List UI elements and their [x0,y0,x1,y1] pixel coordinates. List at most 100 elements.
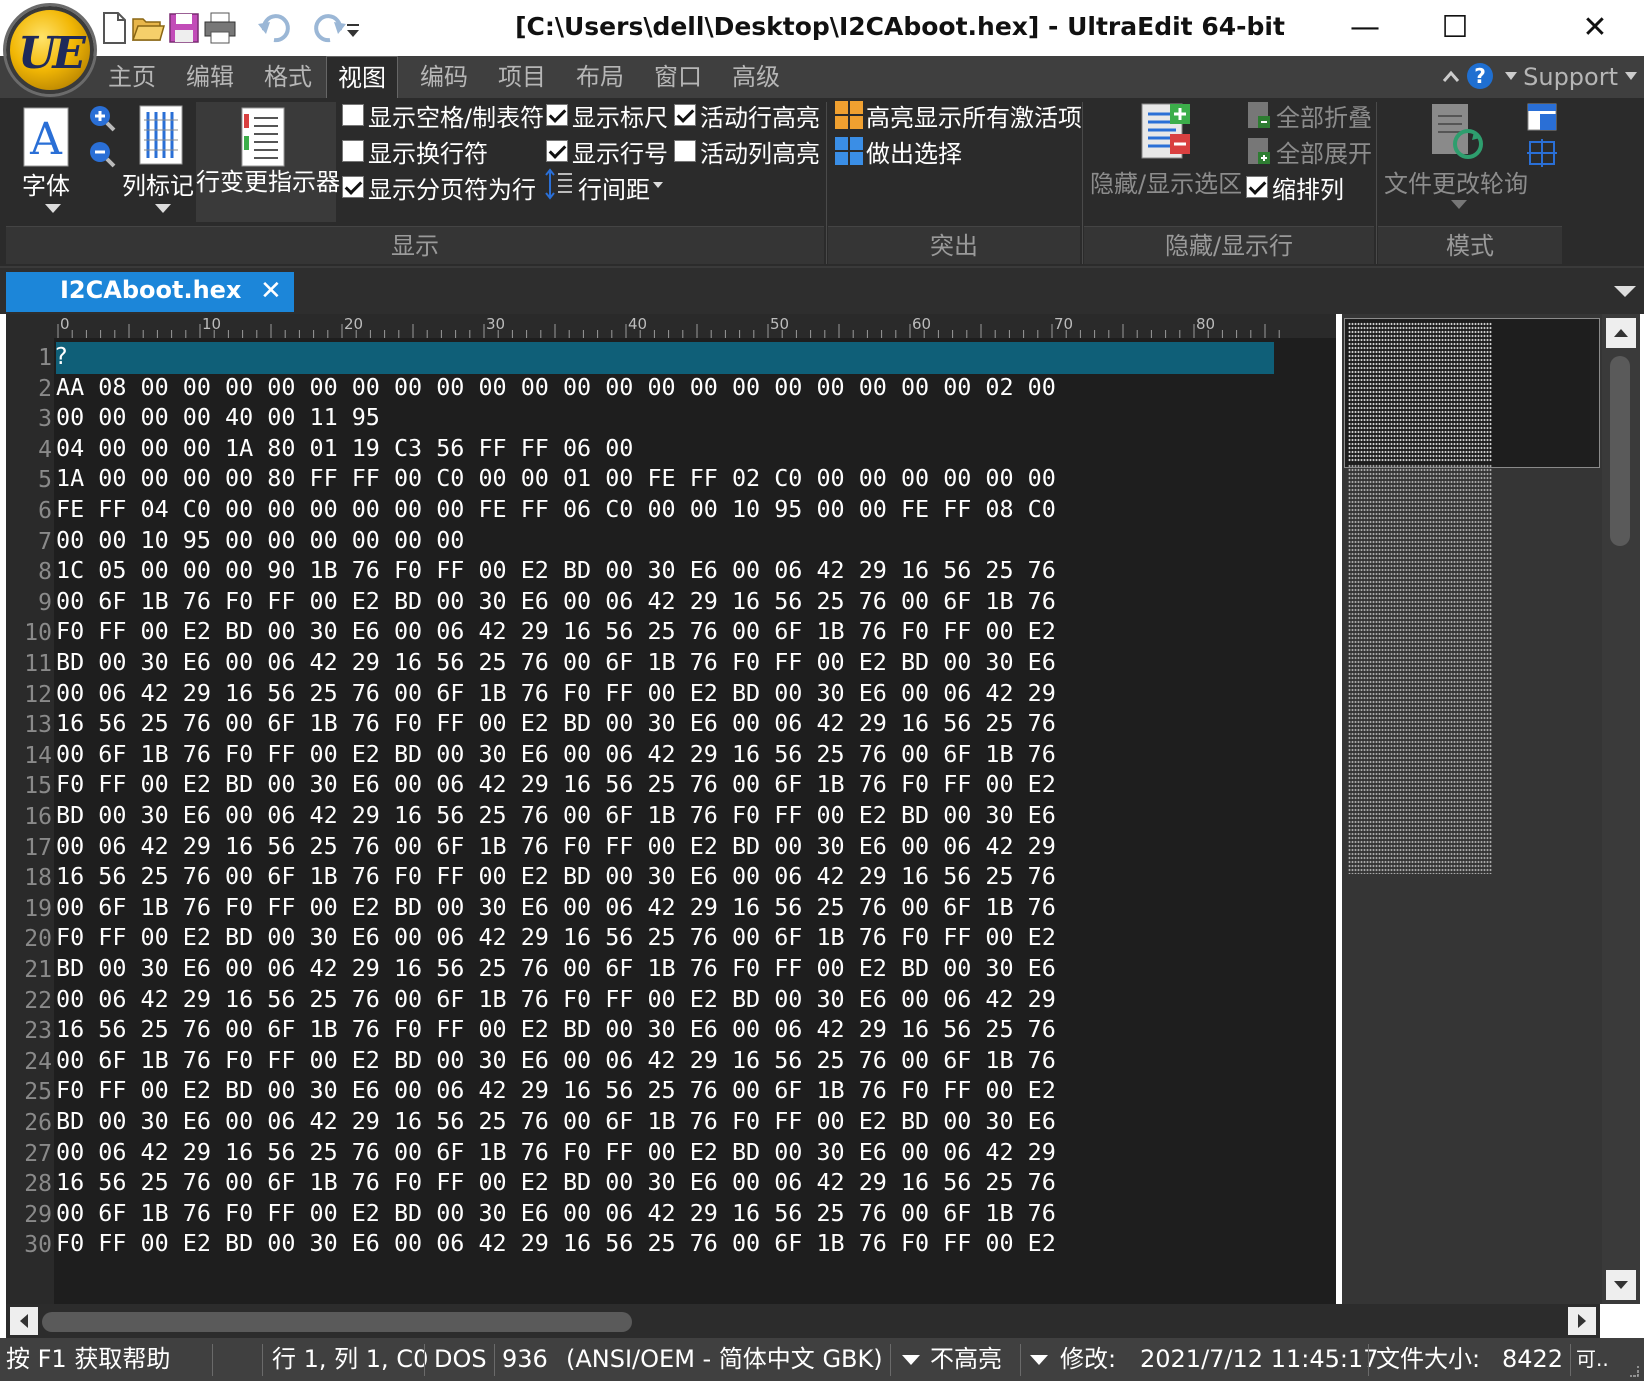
line-number[interactable]: 15 [4,770,52,802]
font-icon[interactable]: A [22,106,70,168]
scroll-up-icon[interactable] [1606,318,1636,348]
line-number[interactable]: 5 [4,464,52,496]
active-line-highlight-checkbox[interactable] [674,104,696,126]
zoom-in-icon[interactable] [88,104,116,132]
tab-project[interactable]: 项目 [490,56,554,98]
modified-dropdown-icon[interactable] [1030,1355,1048,1365]
code-line[interactable]: 16 56 25 76 00 6F 1B 76 F0 FF 00 E2 BD 0… [56,709,1336,741]
line-number[interactable]: 10 [4,617,52,649]
collapse-ribbon-icon[interactable] [1442,70,1460,84]
column-marker-dropdown-icon[interactable] [154,202,172,214]
tab-advanced[interactable]: 高级 [724,56,788,98]
code-line[interactable]: BD 00 30 E6 00 06 42 29 16 56 25 76 00 6… [56,1107,1336,1139]
tab-edit[interactable]: 编辑 [178,56,242,98]
show-ruler-checkbox[interactable] [546,104,568,126]
redo-icon[interactable] [312,10,348,46]
active-code-line[interactable]: ? [56,342,1274,374]
code-line[interactable]: 00 6F 1B 76 F0 FF 00 E2 BD 00 30 E6 00 0… [56,740,1336,772]
line-spacing-label[interactable]: 行间距 [578,170,650,205]
status-codepage[interactable]: 936 [502,1338,548,1381]
highlight-all-active-label[interactable]: 高亮显示所有激活项 [866,98,1082,133]
scroll-left-icon[interactable] [10,1307,38,1335]
hide-show-selection-icon[interactable] [1140,102,1192,162]
line-number[interactable]: 23 [4,1015,52,1047]
line-number-gutter[interactable]: 1 2 3 4 5 6 7 8 9 10 11 12 13 14 15 16 17 18 19 20 21 22 23 24 2… [6,338,54,1304]
collapse-all-icon[interactable] [1246,100,1274,130]
line-number[interactable]: 26 [4,1107,52,1139]
code-line[interactable]: 00 06 42 29 16 56 25 76 00 6F 1B 76 F0 F… [56,832,1336,864]
customize-toolbar-icon[interactable] [344,10,364,46]
column-marker-label[interactable]: 列标记 [122,166,194,201]
code-line[interactable]: 00 00 00 00 40 00 11 95 [56,403,1336,435]
code-line[interactable]: 00 6F 1B 76 F0 FF 00 E2 BD 00 30 E6 00 0… [56,1046,1336,1078]
font-button-label[interactable]: 字体 [22,166,70,201]
line-spacing-dropdown-icon[interactable] [652,180,664,190]
line-number[interactable]: 24 [4,1046,52,1078]
minimize-button[interactable]: — [1320,0,1410,56]
print-icon[interactable] [202,10,238,46]
horizontal-scrollbar[interactable] [6,1304,1600,1338]
show-ruler-label[interactable]: 显示标尺 [572,98,668,133]
maximize-button[interactable]: ☐ [1410,0,1500,56]
expand-all-label[interactable]: 全部展开 [1276,134,1372,169]
document-tab[interactable]: I2CAboot.hex ✕ [6,272,294,312]
code-line[interactable]: F0 FF 00 E2 BD 00 30 E6 00 06 42 29 16 5… [56,1229,1336,1261]
line-number[interactable]: 6 [4,495,52,527]
support-dropdown-icon[interactable] [1504,70,1518,82]
line-number[interactable]: 29 [4,1199,52,1231]
line-number[interactable]: 28 [4,1168,52,1200]
code-line[interactable]: 00 6F 1B 76 F0 FF 00 E2 BD 00 30 E6 00 0… [56,1199,1336,1231]
vertical-scrollbar[interactable] [1602,314,1640,1304]
active-column-highlight-label[interactable]: 活动列高亮 [700,134,820,169]
show-line-numbers-checkbox[interactable] [546,140,568,162]
line-number[interactable]: 27 [4,1138,52,1170]
code-line[interactable]: 00 00 10 95 00 00 00 00 00 00 [56,526,1336,558]
line-number[interactable]: 14 [4,740,52,772]
minimap[interactable] [1342,314,1602,1304]
show-line-breaks-label[interactable]: 显示换行符 [368,134,488,169]
indent-columns-label[interactable]: 缩排列 [1272,170,1344,205]
show-line-numbers-label[interactable]: 显示行号 [572,134,668,169]
code-line[interactable]: AA 08 00 00 00 00 00 00 00 00 00 00 00 0… [56,373,1336,405]
file-change-polling-icon[interactable] [1430,102,1484,162]
code-line[interactable]: 1C 05 00 00 00 90 1B 76 F0 FF 00 E2 BD 0… [56,556,1336,588]
highlight-all-icon[interactable] [834,100,864,130]
code-line[interactable]: 16 56 25 76 00 6F 1B 76 F0 FF 00 E2 BD 0… [56,1015,1336,1047]
show-page-breaks-label[interactable]: 显示分页符为行 [368,170,536,205]
ultraedit-logo-icon[interactable]: UE [6,6,94,94]
code-line[interactable]: F0 FF 00 E2 BD 00 30 E6 00 06 42 29 16 5… [56,770,1336,802]
code-line[interactable]: F0 FF 00 E2 BD 00 30 E6 00 06 42 29 16 5… [56,1076,1336,1108]
line-number[interactable]: 8 [4,556,52,588]
line-number[interactable]: 25 [4,1076,52,1108]
status-position[interactable]: 行 1, 列 1, C0 [272,1338,428,1381]
show-spaces-tabs-label[interactable]: 显示空格/制表符 [368,98,544,133]
support-arrow-icon[interactable] [1624,70,1638,82]
code-line[interactable]: F0 FF 00 E2 BD 00 30 E6 00 06 42 29 16 5… [56,617,1336,649]
open-folder-icon[interactable] [130,10,166,46]
hide-show-selection-label[interactable]: 隐藏/显示选区 [1090,164,1242,199]
file-change-polling-dropdown-icon[interactable] [1450,198,1468,210]
status-line-ending[interactable]: DOS [434,1338,487,1381]
show-page-breaks-checkbox[interactable] [342,176,364,198]
code-line[interactable]: F0 FF 00 E2 BD 00 30 E6 00 06 42 29 16 5… [56,923,1336,955]
line-number[interactable]: 2 [4,373,52,405]
scroll-down-icon[interactable] [1606,1270,1636,1300]
code-line[interactable]: 00 06 42 29 16 56 25 76 00 6F 1B 76 F0 F… [56,985,1336,1017]
status-highlight[interactable]: 不高亮 [930,1338,1002,1381]
make-selection-icon[interactable] [834,136,864,166]
code-line[interactable]: BD 00 30 E6 00 06 42 29 16 56 25 76 00 6… [56,648,1336,680]
expand-all-icon[interactable] [1246,136,1274,166]
status-encoding[interactable]: (ANSI/OEM - 简体中文 GBK) [566,1338,883,1381]
vertical-scroll-thumb[interactable] [1610,356,1630,546]
line-number[interactable]: 20 [4,923,52,955]
line-number[interactable]: 4 [4,434,52,466]
font-dropdown-icon[interactable] [44,202,62,214]
scroll-right-icon[interactable] [1568,1307,1596,1335]
code-line[interactable]: 16 56 25 76 00 6F 1B 76 F0 FF 00 E2 BD 0… [56,862,1336,894]
column-marker-icon[interactable] [138,104,184,166]
tab-view[interactable]: 视图 [326,56,398,98]
highlight-dropdown-icon[interactable] [902,1355,920,1365]
tab-window[interactable]: 窗口 [646,56,710,98]
line-spacing-icon[interactable] [544,168,574,200]
code-area[interactable]: ?AA 08 00 00 00 00 00 00 00 00 00 00 00 … [56,338,1336,1304]
